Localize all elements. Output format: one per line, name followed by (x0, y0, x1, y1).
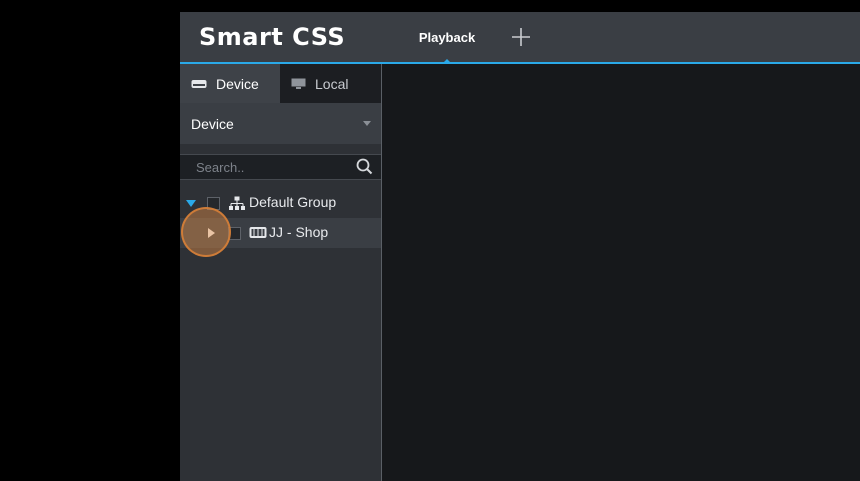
device-label: JJ - Shop (269, 224, 329, 240)
plus-icon[interactable] (510, 26, 532, 48)
device-sidebar: Device Local Device Search.. Default Gro… (180, 64, 382, 481)
tab-playback-label: Playback (418, 29, 476, 45)
tab-local[interactable]: Local (280, 64, 381, 103)
tree-node-jj-shop[interactable]: JJ - Shop (180, 218, 381, 248)
sidebar-tabs: Device Local (180, 64, 381, 103)
group-tree-icon (229, 196, 245, 210)
search-bar (180, 154, 381, 180)
search-input[interactable] (180, 155, 345, 179)
tab-local-label: Local (315, 75, 349, 92)
app-window: Smart CSS Playback Device Local Device S… (180, 12, 860, 481)
device-type-dropdown[interactable]: Device (180, 103, 381, 144)
tab-device[interactable]: Device (180, 64, 280, 103)
title-bar: Smart CSS Playback (180, 12, 860, 64)
dvr-device-icon (249, 227, 267, 238)
tree-node-default-group[interactable]: Default Group (180, 188, 381, 218)
device-checkbox[interactable] (228, 227, 241, 240)
playback-view-area[interactable] (382, 64, 860, 481)
monitor-icon (291, 78, 306, 89)
tab-playback[interactable]: Playback (402, 12, 492, 63)
active-tab-indicator (443, 59, 451, 63)
device-icon (191, 80, 207, 88)
group-checkbox[interactable] (207, 197, 220, 210)
tab-device-label: Device (216, 75, 259, 92)
search-icon[interactable] (356, 158, 373, 175)
caret-down-icon (363, 121, 371, 126)
app-title: Smart CSS (199, 23, 346, 51)
expand-right-icon[interactable] (208, 228, 215, 238)
group-label: Default Group (249, 194, 337, 210)
dropdown-value: Device (191, 115, 234, 132)
expand-down-icon[interactable] (186, 200, 196, 207)
